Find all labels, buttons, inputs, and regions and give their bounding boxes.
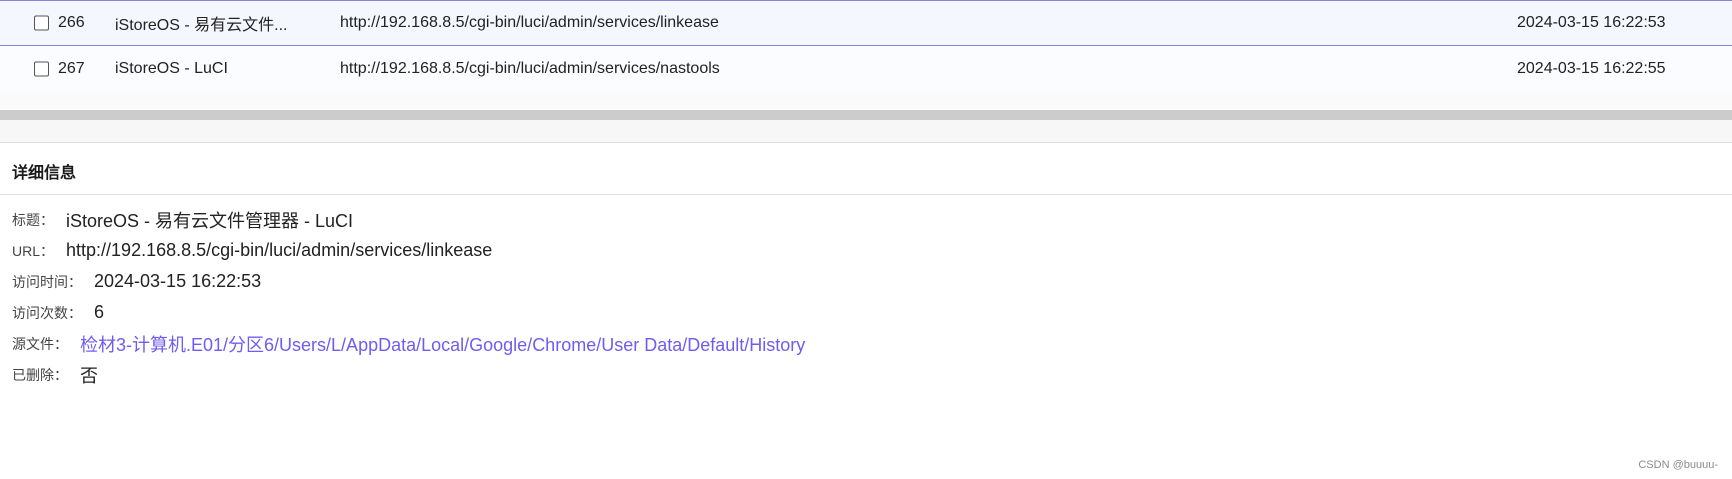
row-title: iStoreOS - LuCI — [115, 59, 228, 77]
field-deleted: 已删除： 否 — [12, 359, 805, 390]
history-list: 266 iStoreOS - 易有云文件... http://192.168.8… — [0, 0, 1732, 92]
detail-fields: 标题： iStoreOS - 易有云文件管理器 - LuCI URL： http… — [12, 204, 805, 390]
row-visit-time: 2024-03-15 16:22:53 — [1517, 14, 1666, 31]
pane-splitter[interactable] — [0, 110, 1732, 120]
field-title-label: 标题： — [12, 211, 54, 228]
field-source-file: 源文件： 检材3-计算机.E01/分区6/Users/L/AppData/Loc… — [12, 328, 805, 359]
table-row[interactable]: 267 iStoreOS - LuCI http://192.168.8.5/c… — [0, 46, 1732, 92]
watermark: CSDN @buuuu- — [1638, 459, 1718, 471]
row-id: 266 — [58, 14, 85, 31]
detail-title: 详细信息 — [12, 165, 77, 182]
field-url: URL： http://192.168.8.5/cgi-bin/luci/adm… — [12, 235, 805, 266]
field-visit-count: 访问次数： 6 — [12, 297, 805, 328]
row-visit-time: 2024-03-15 16:22:55 — [1517, 59, 1666, 77]
list-bottom-space — [0, 91, 1732, 109]
table-row[interactable]: 266 iStoreOS - 易有云文件... http://192.168.8… — [0, 0, 1732, 46]
field-visit-count-label: 访问次数： — [12, 304, 82, 321]
field-url-label: URL： — [12, 242, 55, 259]
field-visit-time: 访问时间： 2024-03-15 16:22:53 — [12, 266, 805, 297]
detail-panel-band — [0, 120, 1732, 143]
field-deleted-value: 否 — [80, 365, 98, 386]
field-visit-time-value: 2024-03-15 16:22:53 — [94, 271, 262, 291]
field-url-value: http://192.168.8.5/cgi-bin/luci/admin/se… — [66, 240, 493, 260]
source-file-link[interactable]: 检材3-计算机.E01/分区6/Users/L/AppData/Local/Go… — [80, 331, 805, 357]
field-visit-time-label: 访问时间： — [12, 273, 82, 290]
field-visit-count-value: 6 — [94, 302, 105, 322]
field-source-file-label: 源文件： — [12, 335, 68, 352]
row-checkbox[interactable] — [34, 15, 49, 31]
field-title: 标题： iStoreOS - 易有云文件管理器 - LuCI — [12, 204, 805, 235]
row-id: 267 — [58, 59, 85, 77]
row-url: http://192.168.8.5/cgi-bin/luci/admin/se… — [340, 59, 720, 77]
detail-header: 详细信息 — [0, 143, 1732, 195]
row-title: iStoreOS - 易有云文件... — [115, 17, 288, 34]
row-checkbox[interactable] — [34, 61, 49, 76]
field-title-value: iStoreOS - 易有云文件管理器 - LuCI — [66, 210, 354, 231]
field-deleted-label: 已删除： — [12, 366, 68, 383]
row-url: http://192.168.8.5/cgi-bin/luci/admin/se… — [340, 14, 719, 31]
